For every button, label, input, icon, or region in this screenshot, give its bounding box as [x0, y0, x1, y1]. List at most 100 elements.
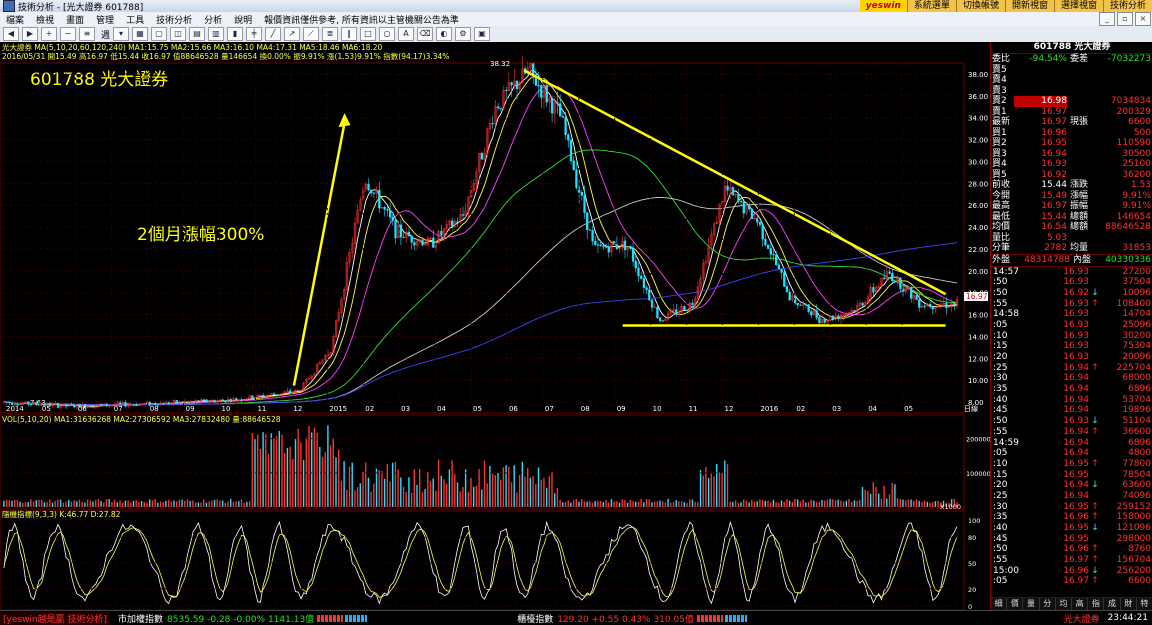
menu-manage[interactable]: 管理 [90, 13, 120, 26]
line-draw-icon[interactable]: ╱ [265, 27, 282, 41]
text-icon[interactable]: A [398, 27, 415, 41]
quote-tab[interactable]: 特 [1137, 598, 1152, 610]
eraser-icon[interactable]: ⌫ [417, 27, 434, 41]
grid-icon[interactable]: ▦ [132, 27, 149, 41]
candle-body [391, 216, 394, 221]
minimize-icon[interactable]: _ [1099, 12, 1115, 26]
ellipse-icon[interactable]: ○ [379, 27, 396, 41]
tick-row[interactable]: :50 16.92 ↓ 10096 [991, 288, 1152, 299]
palette-icon[interactable]: ◐ [436, 27, 453, 41]
tick-row[interactable]: 15:00 16.96 ↓ 256200 [991, 566, 1152, 577]
menu-help[interactable]: 說明 [228, 13, 258, 26]
tick-row[interactable]: :05 16.97 ↑ 6600 [991, 576, 1152, 587]
list-icon[interactable]: ≡ [79, 27, 95, 41]
volume-bar [116, 502, 118, 507]
tick-row[interactable]: :15 16.93 75304 [991, 341, 1152, 352]
tick-row[interactable]: :05 16.94 4800 [991, 448, 1152, 459]
arrow-draw-icon[interactable]: ↗ [284, 27, 301, 41]
tick-row[interactable]: :20 16.94 ↓ 63600 [991, 480, 1152, 491]
menu-view[interactable]: 檢視 [30, 13, 60, 26]
system-menu-link[interactable]: 系統選單 [906, 0, 956, 12]
quote-tab[interactable]: 價 [1007, 598, 1024, 610]
tick-row[interactable]: :35 16.94 6896 [991, 384, 1152, 395]
tick-row[interactable]: :50 16.93 37504 [991, 277, 1152, 288]
ask-row[interactable]: 賣4 [991, 75, 1152, 86]
channel-icon[interactable]: ∥ [341, 27, 358, 41]
bid-row[interactable]: 買1 16.96 500 [991, 128, 1152, 139]
bid-row[interactable]: 買5 16.92 36200 [991, 170, 1152, 181]
tick-arrow-icon [1089, 277, 1101, 288]
tick-row[interactable]: :30 16.95 ↑ 259152 [991, 502, 1152, 513]
tick-row[interactable]: :55 16.93 ↑ 108400 [991, 299, 1152, 310]
fib-icon[interactable]: ≣ [322, 27, 339, 41]
quote-tab[interactable]: 分 [1040, 598, 1056, 610]
trend-draw-icon[interactable]: ⟋ [303, 27, 320, 41]
save-icon[interactable]: ▣ [474, 27, 491, 41]
layout-3-icon[interactable]: ▤ [189, 27, 206, 41]
tick-row[interactable]: :05 16.93 25096 [991, 320, 1152, 331]
tick-row[interactable]: :25 16.94 ↑ 225704 [991, 363, 1152, 374]
layout-4-icon[interactable]: ▥ [208, 27, 225, 41]
settings-icon[interactable]: ⚙ [455, 27, 472, 41]
tick-row[interactable]: :10 16.95 ↑ 77800 [991, 459, 1152, 470]
tick-row[interactable]: :20 16.93 20096 [991, 352, 1152, 363]
menu-analysis[interactable]: 分析 [198, 13, 228, 26]
quote-tab[interactable]: 均 [1056, 598, 1073, 610]
tick-list[interactable]: 14:57 16.93 27200 :50 16.93 37504 :50 16… [991, 267, 1152, 588]
layout-1-icon[interactable]: ▢ [151, 27, 168, 41]
tick-row[interactable]: 14:58 16.93 14704 [991, 309, 1152, 320]
quote-tab[interactable]: 高 [1072, 598, 1089, 610]
new-window-link[interactable]: 開新視窗 [1004, 0, 1054, 12]
bid-row[interactable]: 買4 16.93 25100 [991, 159, 1152, 170]
volume-bar [618, 502, 621, 507]
tick-row[interactable]: 14:57 16.93 27200 [991, 267, 1152, 278]
tick-row[interactable]: :50 16.93 ↓ 51104 [991, 416, 1152, 427]
restore-icon[interactable]: ▫ [1117, 12, 1133, 26]
quote-tab[interactable]: 成 [1104, 598, 1121, 610]
rectangle-icon[interactable]: □ [360, 27, 377, 41]
switch-account-link[interactable]: 切換帳號 [955, 0, 1005, 12]
trendline-resistance[interactable] [523, 69, 947, 296]
tick-row[interactable]: :15 16.95 78504 [991, 470, 1152, 481]
chart-area[interactable]: 光大證券 MA(5,10,20,60,120,240) MA1:15.75 MA… [0, 42, 991, 611]
quote-tab[interactable]: 指 [1088, 598, 1105, 610]
bar-chart-icon[interactable]: ▮ [227, 27, 244, 41]
tick-row[interactable]: 14:59 16.94 6896 [991, 438, 1152, 449]
tick-row[interactable]: :40 16.95 ↓ 121096 [991, 523, 1152, 534]
menu-screen[interactable]: 畫面 [60, 13, 90, 26]
tick-row[interactable]: :50 16.96 ↑ 8760 [991, 544, 1152, 555]
tick-row[interactable]: :30 16.94 68000 [991, 373, 1152, 384]
bid-row[interactable]: 買3 16.94 30500 [991, 149, 1152, 160]
tick-row[interactable]: :35 16.96 ↑ 158000 [991, 512, 1152, 523]
tick-row[interactable]: :55 16.94 ↑ 36600 [991, 427, 1152, 438]
tick-row[interactable]: :45 16.94 19896 [991, 405, 1152, 416]
back-icon[interactable]: ◀ [3, 27, 19, 41]
tick-row[interactable]: :55 16.97 ↑ 156704 [991, 555, 1152, 566]
menu-file[interactable]: 檔案 [0, 13, 30, 26]
dropdown-icon[interactable]: ▾ [113, 27, 130, 41]
zoom-in-icon[interactable]: + [41, 27, 57, 41]
ask-row[interactable]: 賣3 [991, 86, 1152, 97]
status-clock: 23:44:21 [1107, 613, 1148, 623]
layout-2-icon[interactable]: ◫ [170, 27, 187, 41]
ask-row[interactable]: 賣1 16.97 200329 [991, 107, 1152, 118]
quote-tab[interactable]: 量 [1023, 598, 1040, 610]
menu-tools[interactable]: 工具 [120, 13, 150, 26]
zoom-out-icon[interactable]: − [60, 27, 76, 41]
bid-row[interactable]: 買2 16.95 110590 [991, 138, 1152, 149]
quote-tab[interactable]: 財 [1121, 598, 1137, 610]
menu-technical[interactable]: 技術分析 [150, 13, 198, 26]
forward-icon[interactable]: ▶ [22, 27, 38, 41]
tick-row[interactable]: :10 16.93 30200 [991, 331, 1152, 342]
candle-icon[interactable]: ╪ [246, 27, 263, 41]
period-select[interactable]: 週 [101, 28, 110, 41]
ask-row[interactable]: 賣5 [991, 65, 1152, 76]
tick-row[interactable]: :45 16.95 298000 [991, 534, 1152, 545]
tick-row[interactable]: :40 16.94 53704 [991, 395, 1152, 406]
select-window-link[interactable]: 選擇視窗 [1053, 0, 1103, 12]
ask-row[interactable]: 賣2 16.98 7034834 [991, 96, 1152, 107]
close-icon[interactable]: × [1135, 12, 1151, 26]
quote-tab[interactable]: 細 [991, 598, 1008, 610]
tick-row[interactable]: :25 16.94 74096 [991, 491, 1152, 502]
technical-analysis-link[interactable]: 技術分析 [1102, 0, 1152, 12]
